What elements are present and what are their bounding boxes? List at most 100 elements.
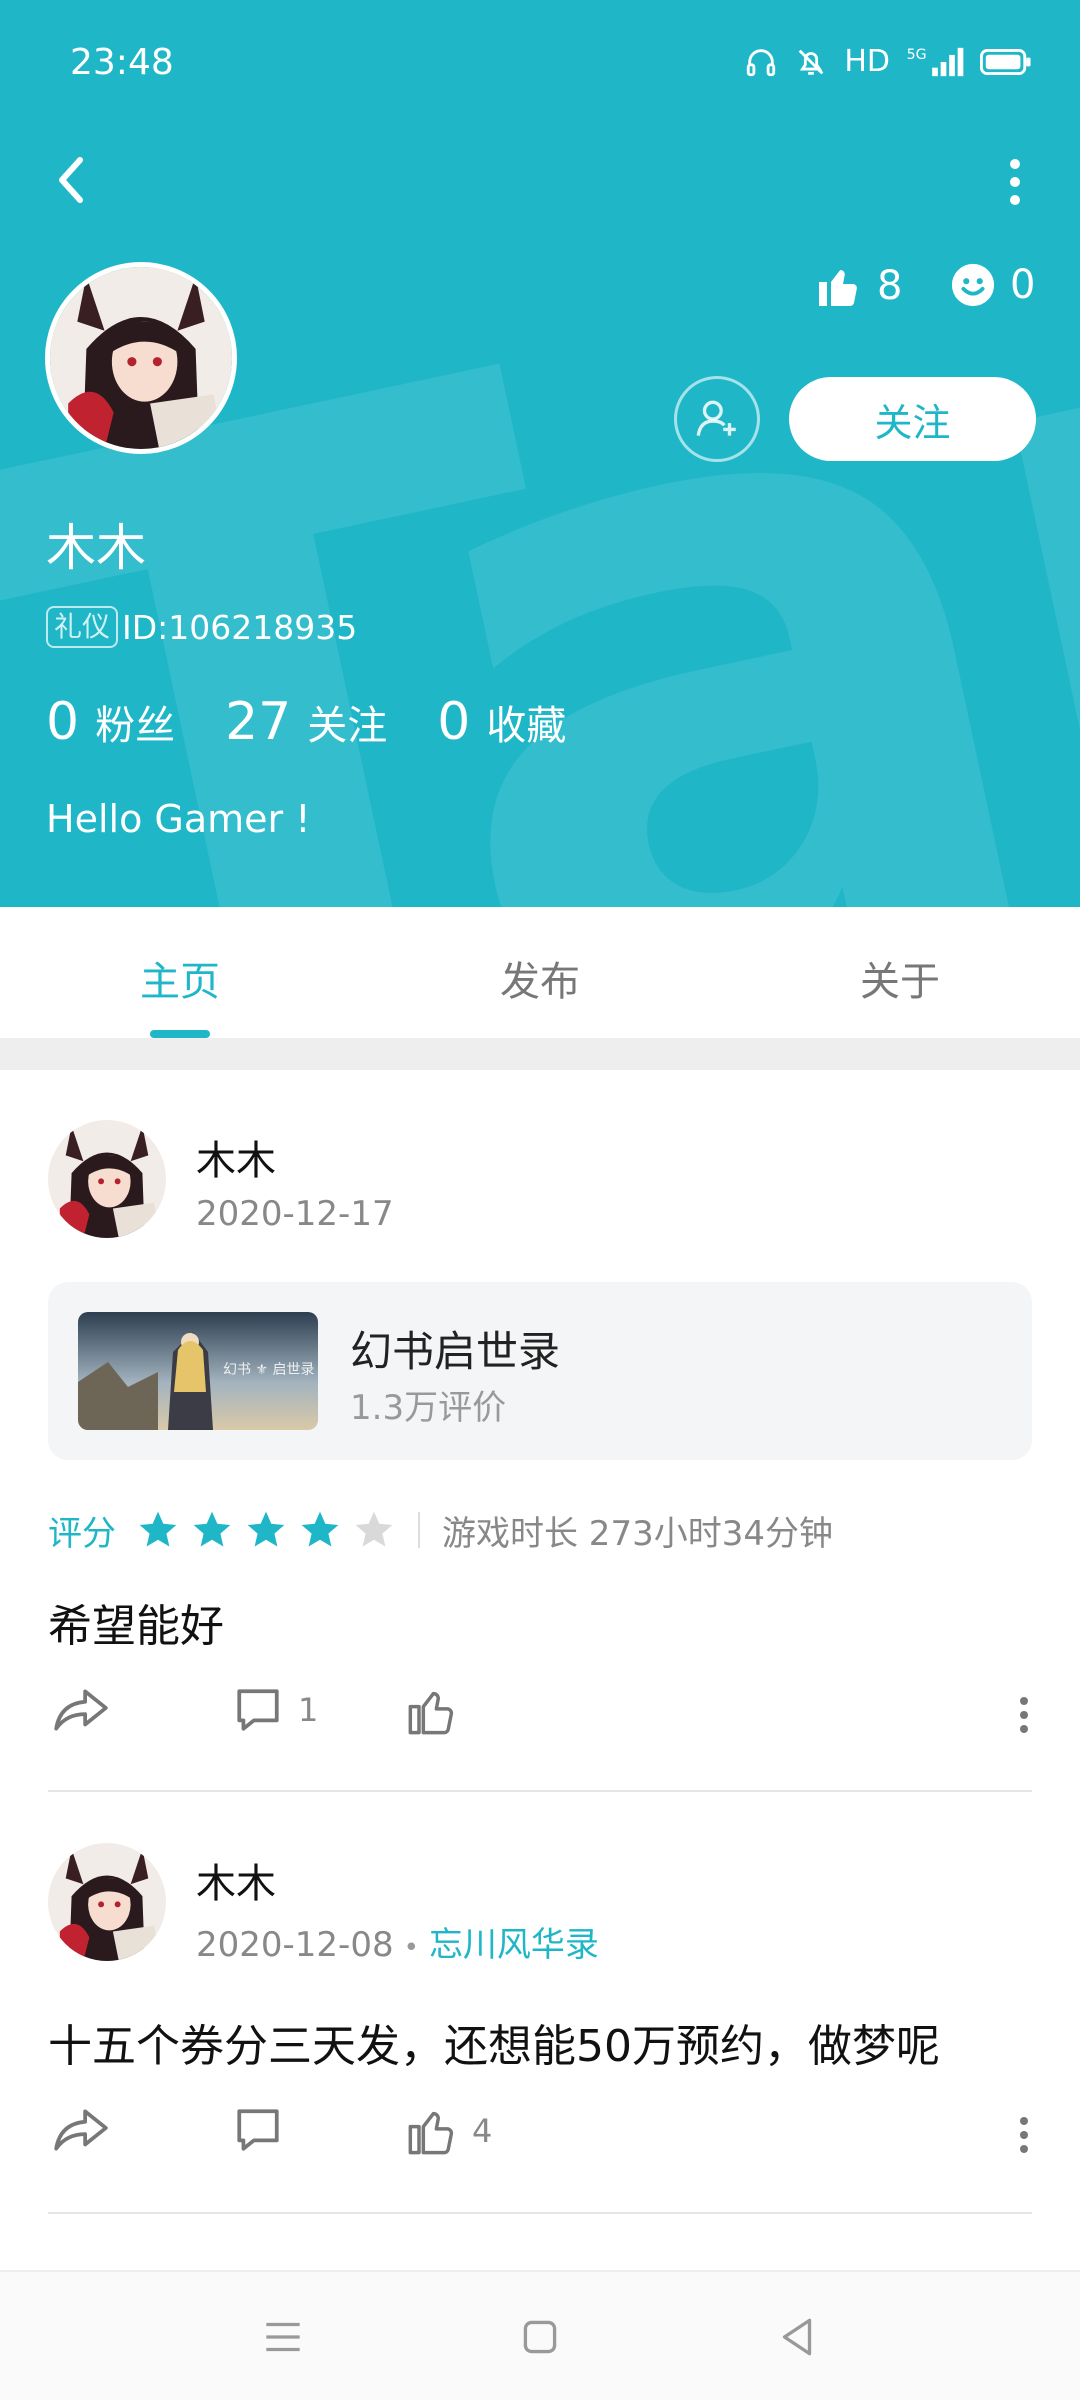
game-reviews: 1.3万评价 [350,1388,507,1428]
section-gap [0,1038,1080,1070]
post-date: 2020-12-17 [196,1194,394,1234]
svg-text:5G: 5G [907,47,927,63]
likes-stat[interactable]: 8 [815,262,902,310]
like-button[interactable]: 4 [406,2105,492,2157]
post-text[interactable]: 十五个券分三天发，还想能50万预约，做梦呢 [48,2010,940,2074]
nav-back-icon [782,2318,812,2356]
comment-icon [237,2109,279,2151]
post-author[interactable]: 木木 [196,1851,276,1909]
signal-5g-icon: 5G [907,47,964,76]
star-icon [193,1511,231,1547]
nav-home-button[interactable] [515,2312,565,2362]
status-icons: HD 5G [744,44,1032,79]
like-icon [408,1691,454,1735]
network-hd-label: HD [844,44,890,79]
comment-button[interactable]: 1 [232,1685,318,1735]
star-icon [247,1511,285,1547]
headphones-icon [747,48,776,76]
favorites-label[interactable]: 收藏 [486,693,566,751]
post-more-button[interactable] [1018,2115,1030,2155]
like-button[interactable] [406,1685,472,1737]
post-date: 2020-12-08 [196,1925,394,1965]
favorites-count[interactable]: 0 [437,692,470,752]
post-text[interactable]: 希望能好 [48,1590,224,1654]
avatar-illustration [48,1843,166,1961]
thumbs-up-icon [819,269,857,307]
game-banner-image: 幻书 ⚜ 启世录 [78,1312,318,1430]
battery-icon [980,48,1031,75]
nav-menu-button[interactable] [258,2312,308,2362]
bell-off-icon [798,49,824,75]
status-bar: 23:48 HD 5G [0,0,1080,130]
nav-home-icon [523,2320,557,2354]
rating-separator [418,1512,420,1548]
avatar-illustration [48,1120,166,1238]
profile-bio: Hello Gamer ! [46,797,311,841]
tab-about[interactable]: 关于 [800,949,1000,1007]
following-label[interactable]: 关注 [307,693,387,751]
add-friend-icon [696,400,736,436]
more-icon [1020,1697,1028,1733]
fans-count[interactable]: 0 [46,692,79,752]
back-button[interactable] [44,150,104,210]
user-badge[interactable]: 礼仪 [46,606,119,648]
rating-label: 评分 [48,1513,116,1554]
post-meta: 2020-12-08 • 忘川风华录 [196,1917,599,1966]
svg-text:幻书 ⚜ 启世录: 幻书 ⚜ 启世录 [223,1362,314,1378]
user-id-row: 礼仪 ID:106218935 [46,606,357,648]
add-friend-button[interactable] [674,376,760,462]
share-icon [54,1689,108,1731]
play-time: 游戏时长 273小时34分钟 [442,1513,833,1554]
share-button[interactable] [52,1685,110,1735]
share-button[interactable] [52,2105,110,2155]
post-topic-link[interactable]: 忘川风华录 [429,1925,599,1965]
like-icon [408,2111,454,2155]
profile-header: TapTap 23:48 HD 5G 8 0 关注 木木 礼仪 ID:10621… [0,0,1080,907]
comment-count: 1 [298,1691,319,1729]
star-icon [139,1511,177,1547]
post-actions: 4 [0,2105,1080,2175]
like-count: 4 [472,2112,493,2150]
comment-button[interactable] [232,2105,298,2155]
post-actions: 1 [0,1685,1080,1755]
nav-menu-icon [266,2322,300,2352]
status-time: 23:48 [70,42,174,83]
more-options-button[interactable] [1000,152,1030,212]
likes-count: 8 [877,263,903,309]
smile-icon [951,263,995,307]
game-title: 幻书启世录 [350,1327,561,1376]
star-icon [355,1511,393,1547]
game-card[interactable]: 幻书 ⚜ 启世录 幻书启世录 1.3万评价 [48,1282,1032,1460]
following-count[interactable]: 27 [225,692,291,752]
profile-tabs: 主页 发布 关于 [0,907,1080,1037]
tab-home[interactable]: 主页 [80,949,280,1007]
system-nav-bar [0,2270,1080,2400]
avatar-illustration [50,267,232,449]
tab-posts[interactable]: 发布 [440,949,640,1007]
tab-indicator [150,1030,210,1038]
post-avatar[interactable] [48,1120,166,1238]
game-thumbnail: 幻书 ⚜ 启世录 [78,1312,318,1430]
post-author[interactable]: 木木 [196,1128,276,1186]
share-icon [54,2109,108,2151]
post-divider [48,2212,1032,2214]
more-icon [1010,159,1020,205]
smiles-count: 0 [1010,262,1036,308]
post-more-button[interactable] [1018,1695,1030,1735]
fans-label[interactable]: 粉丝 [95,693,175,751]
star-rating [136,1508,396,1552]
rating-row: 评分 游戏时长 273小时34分钟 [48,1505,833,1555]
post-avatar[interactable] [48,1843,166,1961]
profile-avatar[interactable] [45,262,237,454]
smiles-stat[interactable]: 0 [950,262,1035,308]
nav-back-button[interactable] [772,2312,822,2362]
profile-name: 木木 [46,519,146,577]
profile-counts: 0 粉丝 27 关注 0 收藏 [46,692,616,752]
back-icon [59,157,83,203]
follow-button[interactable]: 关注 [789,377,1036,461]
post-divider [48,1790,1032,1792]
meta-dot: • [403,1933,419,1963]
star-icon [301,1511,339,1547]
user-id: ID:106218935 [122,607,358,647]
more-icon [1020,2117,1028,2153]
